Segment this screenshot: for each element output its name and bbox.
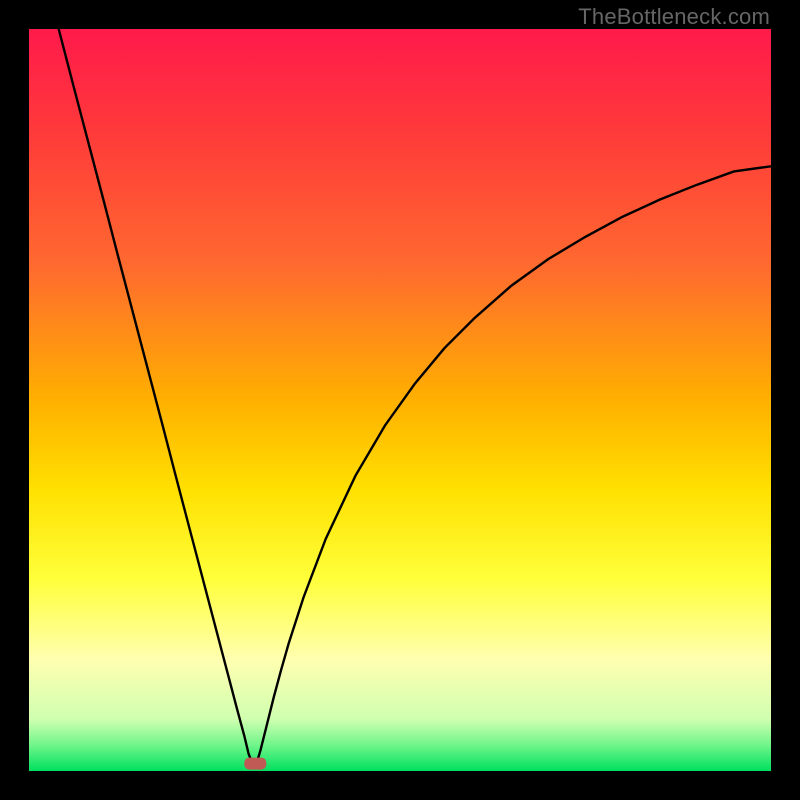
optimum-marker xyxy=(244,758,266,770)
plot-area xyxy=(29,29,771,771)
chart-svg xyxy=(29,29,771,771)
chart-frame: TheBottleneck.com xyxy=(0,0,800,800)
watermark-text: TheBottleneck.com xyxy=(578,4,770,30)
gradient-background xyxy=(29,29,771,771)
